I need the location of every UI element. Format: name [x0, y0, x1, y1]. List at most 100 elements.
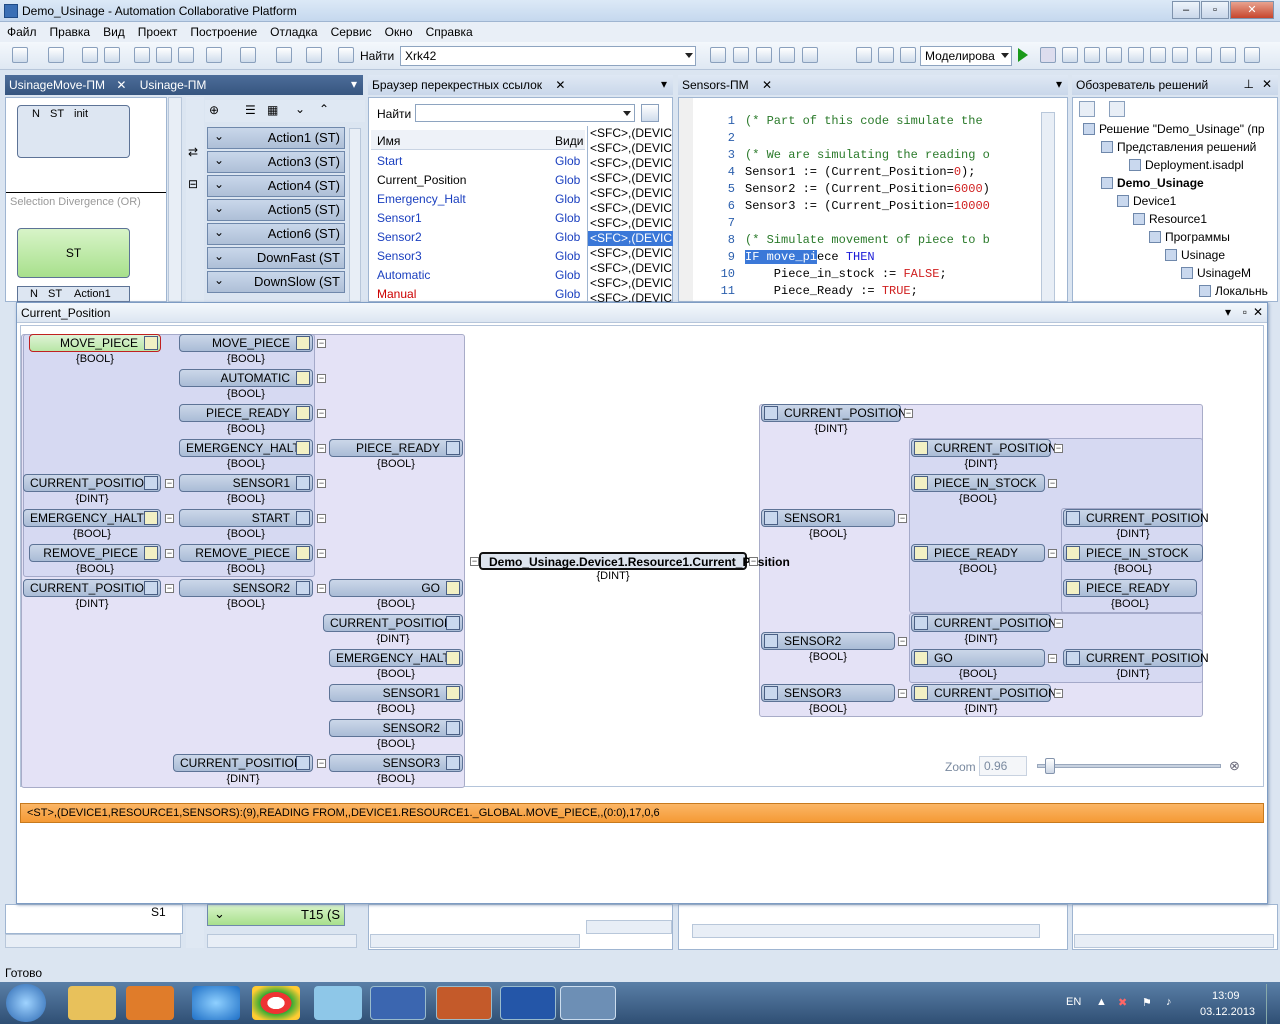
ie-taskbar-icon[interactable]: [192, 986, 240, 1020]
gear-icon[interactable]: [1244, 47, 1260, 63]
app-taskbar-icon[interactable]: [436, 986, 492, 1020]
left-node[interactable]: CURRENT_POSITION: [323, 614, 463, 632]
volume-icon[interactable]: ♪: [1166, 996, 1172, 1008]
solution-hscroll[interactable]: [1074, 934, 1274, 948]
chevron-down-icon[interactable]: [623, 111, 631, 116]
maximize-icon[interactable]: ▫: [1243, 305, 1247, 319]
properties-icon[interactable]: [1079, 101, 1095, 117]
collapse-icon[interactable]: −: [317, 339, 326, 348]
right-node[interactable]: SENSOR3: [761, 684, 895, 702]
left-node[interactable]: CURRENT_POSITION: [173, 754, 313, 772]
collapse-icon[interactable]: −: [317, 759, 326, 768]
refresh-icon[interactable]: [1109, 101, 1125, 117]
sfc-action-block[interactable]: N ST Action1: [17, 286, 130, 302]
action-item[interactable]: ⌄ Action5 (ST): [207, 199, 345, 221]
tool-icon[interactable]: [710, 47, 726, 63]
xref-ref-item[interactable]: <SFC>,(DEVICE: [588, 231, 673, 246]
tab-usinage[interactable]: Usinage-ПМ: [140, 78, 207, 92]
stop-icon[interactable]: [1040, 47, 1056, 63]
collapse-icon[interactable]: −: [1054, 689, 1063, 698]
collapse-icon[interactable]: −: [165, 479, 174, 488]
collapse-all-icon[interactable]: ⌄: [295, 102, 305, 116]
close-icon[interactable]: ✕: [1253, 305, 1263, 319]
menu-item[interactable]: Справка: [419, 22, 479, 39]
xref-ref-item[interactable]: <SFC>,(DEVICE: [588, 276, 673, 291]
grid-icon[interactable]: ▦: [267, 103, 278, 117]
grid-tool-icon[interactable]: [878, 47, 894, 63]
tool-icon[interactable]: [1128, 47, 1144, 63]
collapse-icon[interactable]: −: [1048, 479, 1057, 488]
tab-usinagemove[interactable]: UsinageMove-ПМ: [9, 78, 105, 92]
chevron-down-icon[interactable]: ▾: [661, 77, 667, 91]
sfc-init-step[interactable]: N ST init: [17, 105, 130, 158]
xref-search-input[interactable]: [415, 104, 635, 122]
xref-hscroll[interactable]: [370, 934, 580, 948]
left-node[interactable]: AUTOMATIC: [179, 369, 313, 387]
tool-icon[interactable]: [1220, 47, 1236, 63]
menu-item[interactable]: Вид: [96, 22, 131, 39]
tree-item[interactable]: Решение "Demo_Usinage" (пр: [1073, 122, 1277, 140]
left-node[interactable]: SENSOR2: [179, 579, 313, 597]
tool-icon[interactable]: [1150, 47, 1166, 63]
media-taskbar-icon[interactable]: [126, 986, 174, 1020]
action-t15[interactable]: ⌄ T15 (S: [207, 904, 345, 926]
tree-item[interactable]: Resource1: [1073, 212, 1277, 230]
zoom-input[interactable]: 0.96: [979, 756, 1027, 776]
left-node[interactable]: EMERGENCY_HALT: [23, 509, 161, 527]
expand-all-icon[interactable]: ⌃: [319, 102, 329, 116]
collapse-icon[interactable]: −: [165, 584, 174, 593]
app-taskbar-icon[interactable]: [314, 986, 362, 1020]
xref-ref-item[interactable]: <SFC>,(DEVICE: [588, 186, 673, 201]
fit-view-icon[interactable]: ⊗: [1229, 758, 1245, 774]
redo-icon[interactable]: [240, 47, 256, 63]
left-node[interactable]: SENSOR3: [329, 754, 463, 772]
xref-ref-item[interactable]: <SFC>,(DEVICE: [588, 171, 673, 186]
left-node[interactable]: CURRENT_POSITION: [23, 474, 161, 492]
maximize-button[interactable]: ▫: [1201, 1, 1229, 19]
tree-item[interactable]: Представления решений: [1073, 140, 1277, 158]
left-node[interactable]: START: [179, 509, 313, 527]
find-prev-icon[interactable]: [306, 47, 322, 63]
tool-icon[interactable]: [1172, 47, 1188, 63]
left-node[interactable]: REMOVE_PIECE: [29, 544, 161, 562]
start-button[interactable]: [6, 984, 46, 1022]
chrome-taskbar-icon[interactable]: [252, 986, 300, 1020]
step-icon[interactable]: [1084, 47, 1100, 63]
tab-sensors[interactable]: Sensors-ПМ: [682, 78, 749, 92]
tree-item[interactable]: Локальнь: [1073, 284, 1277, 301]
left-node[interactable]: MOVE_PIECE: [29, 334, 161, 352]
chevron-down-icon[interactable]: ▾: [351, 77, 357, 91]
col-name[interactable]: Имя: [377, 134, 400, 148]
collapse-icon[interactable]: −: [317, 514, 326, 523]
sfc-canvas[interactable]: N ST init Selection Divergence (OR) ST N…: [5, 97, 167, 302]
collapse-icon[interactable]: −: [1054, 444, 1063, 453]
paste-icon[interactable]: [178, 47, 194, 63]
right-node[interactable]: CURRENT_POSITION: [761, 404, 907, 422]
right-node[interactable]: CURRENT_POSITION: [1063, 509, 1209, 527]
tab-xref[interactable]: Браузер перекрестных ссылок: [372, 78, 542, 92]
tool-icon[interactable]: [733, 47, 749, 63]
cut-icon[interactable]: [134, 47, 150, 63]
pin-icon[interactable]: ⊥: [1244, 77, 1254, 91]
clock-date[interactable]: 03.12.2013: [1200, 1006, 1255, 1018]
word-taskbar-icon[interactable]: [500, 986, 556, 1020]
left-node[interactable]: PIECE_READY: [179, 404, 313, 422]
run-icon[interactable]: [1018, 48, 1028, 62]
sfc-hscroll[interactable]: [5, 934, 181, 948]
xref-ref-item[interactable]: <SFC>,(DEVICE: [588, 141, 673, 156]
code-vscroll[interactable]: [1041, 112, 1055, 301]
flag-icon[interactable]: ⚑: [1142, 996, 1152, 1009]
list-icon[interactable]: ☰: [245, 103, 256, 117]
xref-ref-item[interactable]: <SFC>,(DEVICE: [588, 201, 673, 216]
xref-row[interactable]: Emergency_Halt Glob: [371, 189, 585, 208]
right-node[interactable]: SENSOR2: [761, 632, 895, 650]
swap-icon[interactable]: ⇄: [188, 145, 204, 159]
zoom-slider-thumb[interactable]: [1045, 758, 1055, 774]
xref-refs-hscroll[interactable]: [586, 920, 672, 934]
collapse-icon[interactable]: −: [904, 409, 913, 418]
collapse-icon[interactable]: −: [165, 549, 174, 558]
tree-item[interactable]: Demo_Usinage: [1073, 176, 1277, 194]
tree-item[interactable]: UsinageM: [1073, 266, 1277, 284]
collapse-icon[interactable]: −: [317, 584, 326, 593]
tree-item[interactable]: Usinage: [1073, 248, 1277, 266]
